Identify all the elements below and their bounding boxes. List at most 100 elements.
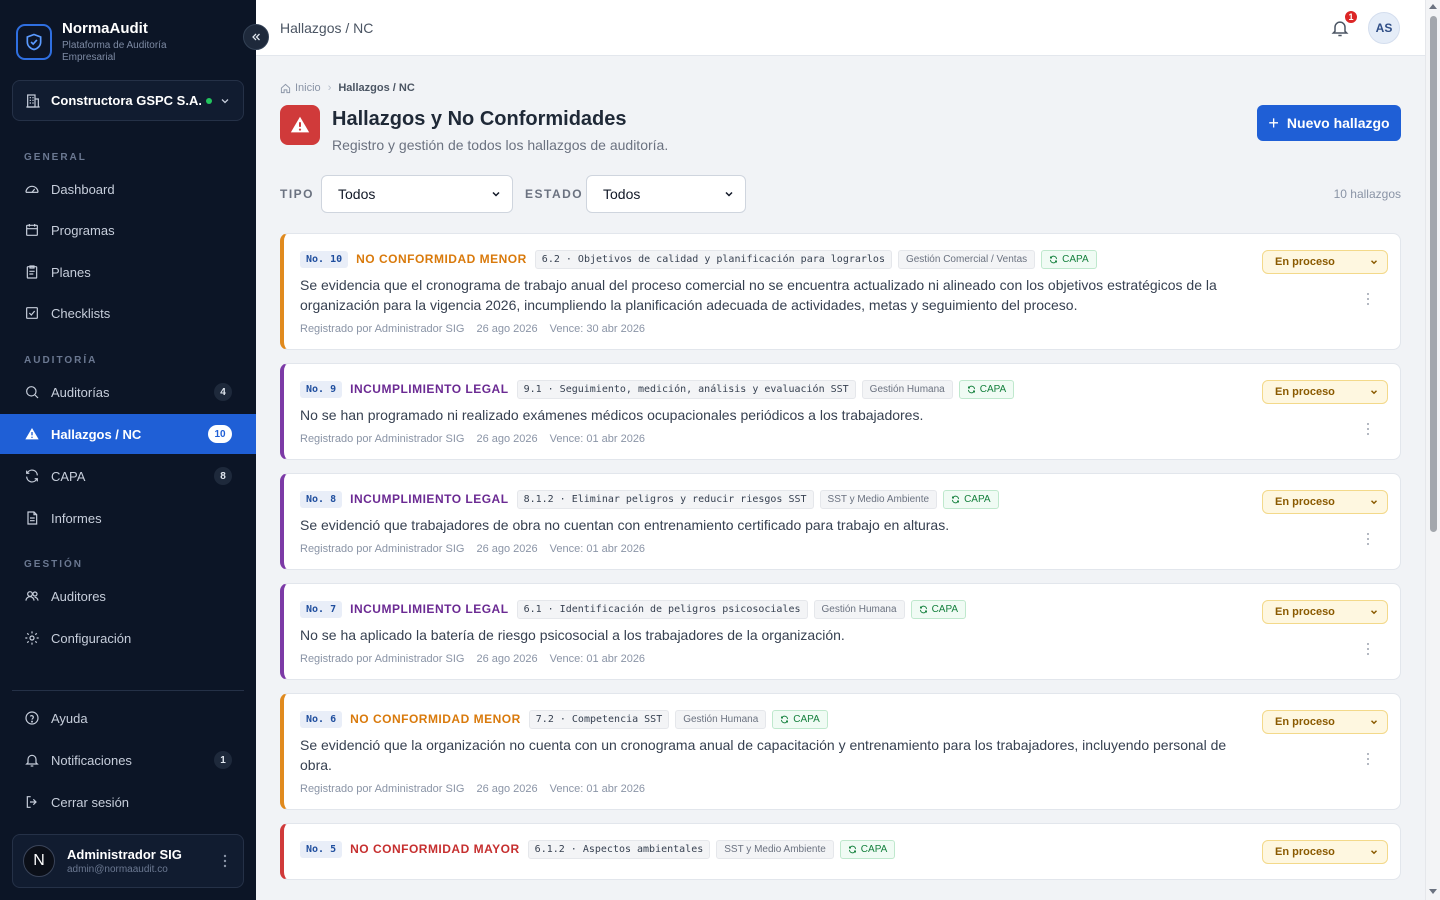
finding-due-date: Vence: 01 abr 2026 (549, 653, 646, 665)
more-options-icon[interactable] (1362, 420, 1374, 438)
user-card[interactable]: N Administrador SIG admin@normaaudit.co (12, 834, 244, 888)
finding-type: INCUMPLIMIENTO LEGAL (350, 492, 509, 506)
bell-icon (24, 752, 40, 768)
sidebar-item-label: Configuración (51, 630, 132, 646)
finding-type: NO CONFORMIDAD MENOR (356, 252, 527, 266)
sidebar-item-ayuda[interactable]: Ayuda (0, 698, 256, 738)
capa-tag[interactable]: CAPA (943, 489, 999, 509)
building-icon (25, 93, 41, 109)
sidebar-item-label: Planes (51, 264, 91, 280)
finding-registered-by: Registrado por Administrador SIG (300, 323, 465, 335)
dashboard-icon (24, 181, 40, 197)
finding-card[interactable]: No. 8 INCUMPLIMIENTO LEGAL 8.1.2 · Elimi… (280, 473, 1401, 570)
nav-section-general: GENERAL (24, 152, 87, 163)
topbar-title: Hallazgos / NC (280, 20, 374, 36)
sidebar-item-hallazgos[interactable]: Hallazgos / NC 10 (0, 414, 256, 454)
sidebar-item-planes[interactable]: Planes (0, 252, 256, 292)
sidebar-item-capa[interactable]: CAPA 8 (0, 456, 256, 496)
new-finding-button[interactable]: + Nuevo hallazgo (1257, 105, 1401, 141)
finding-area: SST y Medio Ambiente (716, 839, 834, 859)
type-filter-select[interactable]: Todos (321, 175, 513, 213)
search-icon (24, 384, 40, 400)
sidebar-item-programas[interactable]: Programas (0, 210, 256, 250)
finding-number: No. 10 (300, 250, 349, 268)
status-select[interactable]: En proceso (1262, 840, 1388, 864)
user-avatar-button[interactable]: AS (1368, 12, 1400, 44)
finding-description: No se ha aplicado la batería de riesgo p… (300, 627, 845, 643)
page-scrollbar[interactable] (1425, 0, 1440, 900)
findings-count: 10 hallazgos (1333, 187, 1401, 201)
finding-number: No. 7 (300, 600, 343, 618)
status-filter-select[interactable]: Todos (586, 175, 746, 213)
scroll-up-arrow-icon[interactable] (1429, 4, 1437, 9)
capa-tag[interactable]: CAPA (772, 709, 828, 729)
new-finding-label: Nuevo hallazgo (1286, 115, 1390, 131)
sidebar-item-label: Hallazgos / NC (51, 426, 142, 442)
sidebar-item-cerrar-sesion[interactable]: Cerrar sesión (0, 782, 256, 822)
finding-clause: 8.1.2 · Eliminar peligros y reducir ries… (516, 489, 814, 509)
topbar: Hallazgos / NC 1 AS (256, 0, 1425, 56)
sidebar-item-informes[interactable]: Informes (0, 498, 256, 538)
calendar-icon (24, 222, 40, 238)
more-options-icon[interactable] (1362, 640, 1374, 658)
finding-registered-by: Registrado por Administrador SIG (300, 433, 465, 445)
sidebar-item-checklists[interactable]: Checklists (0, 293, 256, 333)
capa-tag[interactable]: CAPA (1041, 249, 1097, 269)
more-options-icon[interactable] (1362, 750, 1374, 768)
sidebar-item-label: Informes (51, 510, 102, 526)
warning-icon (24, 426, 40, 442)
finding-card[interactable]: No. 10 NO CONFORMIDAD MENOR 6.2 · Objeti… (280, 233, 1401, 350)
user-avatar: N (23, 845, 55, 877)
finding-description: Se evidencia que el cronograma de trabaj… (300, 277, 1217, 313)
capa-tag[interactable]: CAPA (958, 379, 1015, 399)
finding-card[interactable]: No. 5 NO CONFORMIDAD MAYOR 6.1.2 · Aspec… (280, 823, 1401, 880)
chevron-down-icon (1369, 257, 1379, 267)
capa-label: CAPA (1062, 253, 1089, 265)
breadcrumb-home-link[interactable]: Inicio (295, 82, 321, 94)
chevron-down-icon (1369, 847, 1379, 857)
finding-card[interactable]: No. 6 NO CONFORMIDAD MENOR 7.2 · Compete… (280, 693, 1401, 810)
status-value: En proceso (1275, 846, 1335, 858)
finding-type: NO CONFORMIDAD MAYOR (350, 842, 520, 856)
finding-number: No. 8 (300, 490, 343, 508)
sidebar-item-auditores[interactable]: Auditores (0, 576, 256, 616)
capa-tag[interactable]: CAPA (910, 599, 967, 619)
status-select[interactable]: En proceso (1262, 380, 1388, 404)
sidebar-item-auditorias[interactable]: Auditorías 4 (0, 372, 256, 412)
sidebar-item-configuracion[interactable]: Configuración (0, 618, 256, 658)
brand[interactable]: NormaAudit Plataforma de Auditoría Empre… (16, 21, 192, 64)
capa-tag[interactable]: CAPA (839, 839, 896, 859)
status-value: En proceso (1275, 496, 1335, 508)
finding-clause: 6.2 · Objetivos de calidad y planificaci… (534, 249, 892, 269)
nav-section-auditoria: AUDITORÍA (24, 355, 98, 366)
kebab-menu-icon[interactable] (223, 854, 227, 868)
chevron-down-icon (1369, 387, 1379, 397)
document-icon (24, 510, 40, 526)
shield-logo-icon (16, 24, 52, 60)
status-select[interactable]: En proceso (1262, 490, 1388, 514)
sidebar-divider (12, 690, 244, 691)
page-subtitle: Registro y gestión de todos los hallazgo… (332, 137, 669, 153)
status-select[interactable]: En proceso (1262, 710, 1388, 734)
sidebar-item-label: Ayuda (51, 710, 88, 726)
more-options-icon[interactable] (1362, 290, 1374, 308)
sidebar-item-notificaciones[interactable]: Notificaciones 1 (0, 740, 256, 780)
refresh-icon (1050, 255, 1058, 263)
refresh-icon (848, 845, 856, 853)
chevron-down-icon (490, 188, 502, 200)
organization-selector[interactable]: Constructora GSPC S.A... (12, 80, 244, 121)
status-select[interactable]: En proceso (1262, 600, 1388, 624)
scroll-down-arrow-icon[interactable] (1429, 889, 1437, 894)
double-chevron-left-icon (250, 31, 262, 43)
finding-date: 26 ago 2026 (476, 543, 538, 555)
finding-card[interactable]: No. 7 INCUMPLIMIENTO LEGAL 6.1 · Identif… (280, 583, 1401, 680)
breadcrumb: Inicio › Hallazgos / NC (280, 82, 415, 94)
finding-card[interactable]: No. 9 INCUMPLIMIENTO LEGAL 9.1 · Seguimi… (280, 363, 1401, 460)
collapse-sidebar-button[interactable] (243, 24, 269, 50)
sidebar-item-dashboard[interactable]: Dashboard (0, 169, 256, 209)
scrollbar-thumb[interactable] (1430, 16, 1437, 532)
home-icon (280, 83, 291, 94)
user-name: Administrador SIG (67, 847, 182, 862)
status-select[interactable]: En proceso (1262, 250, 1388, 274)
more-options-icon[interactable] (1362, 530, 1374, 548)
